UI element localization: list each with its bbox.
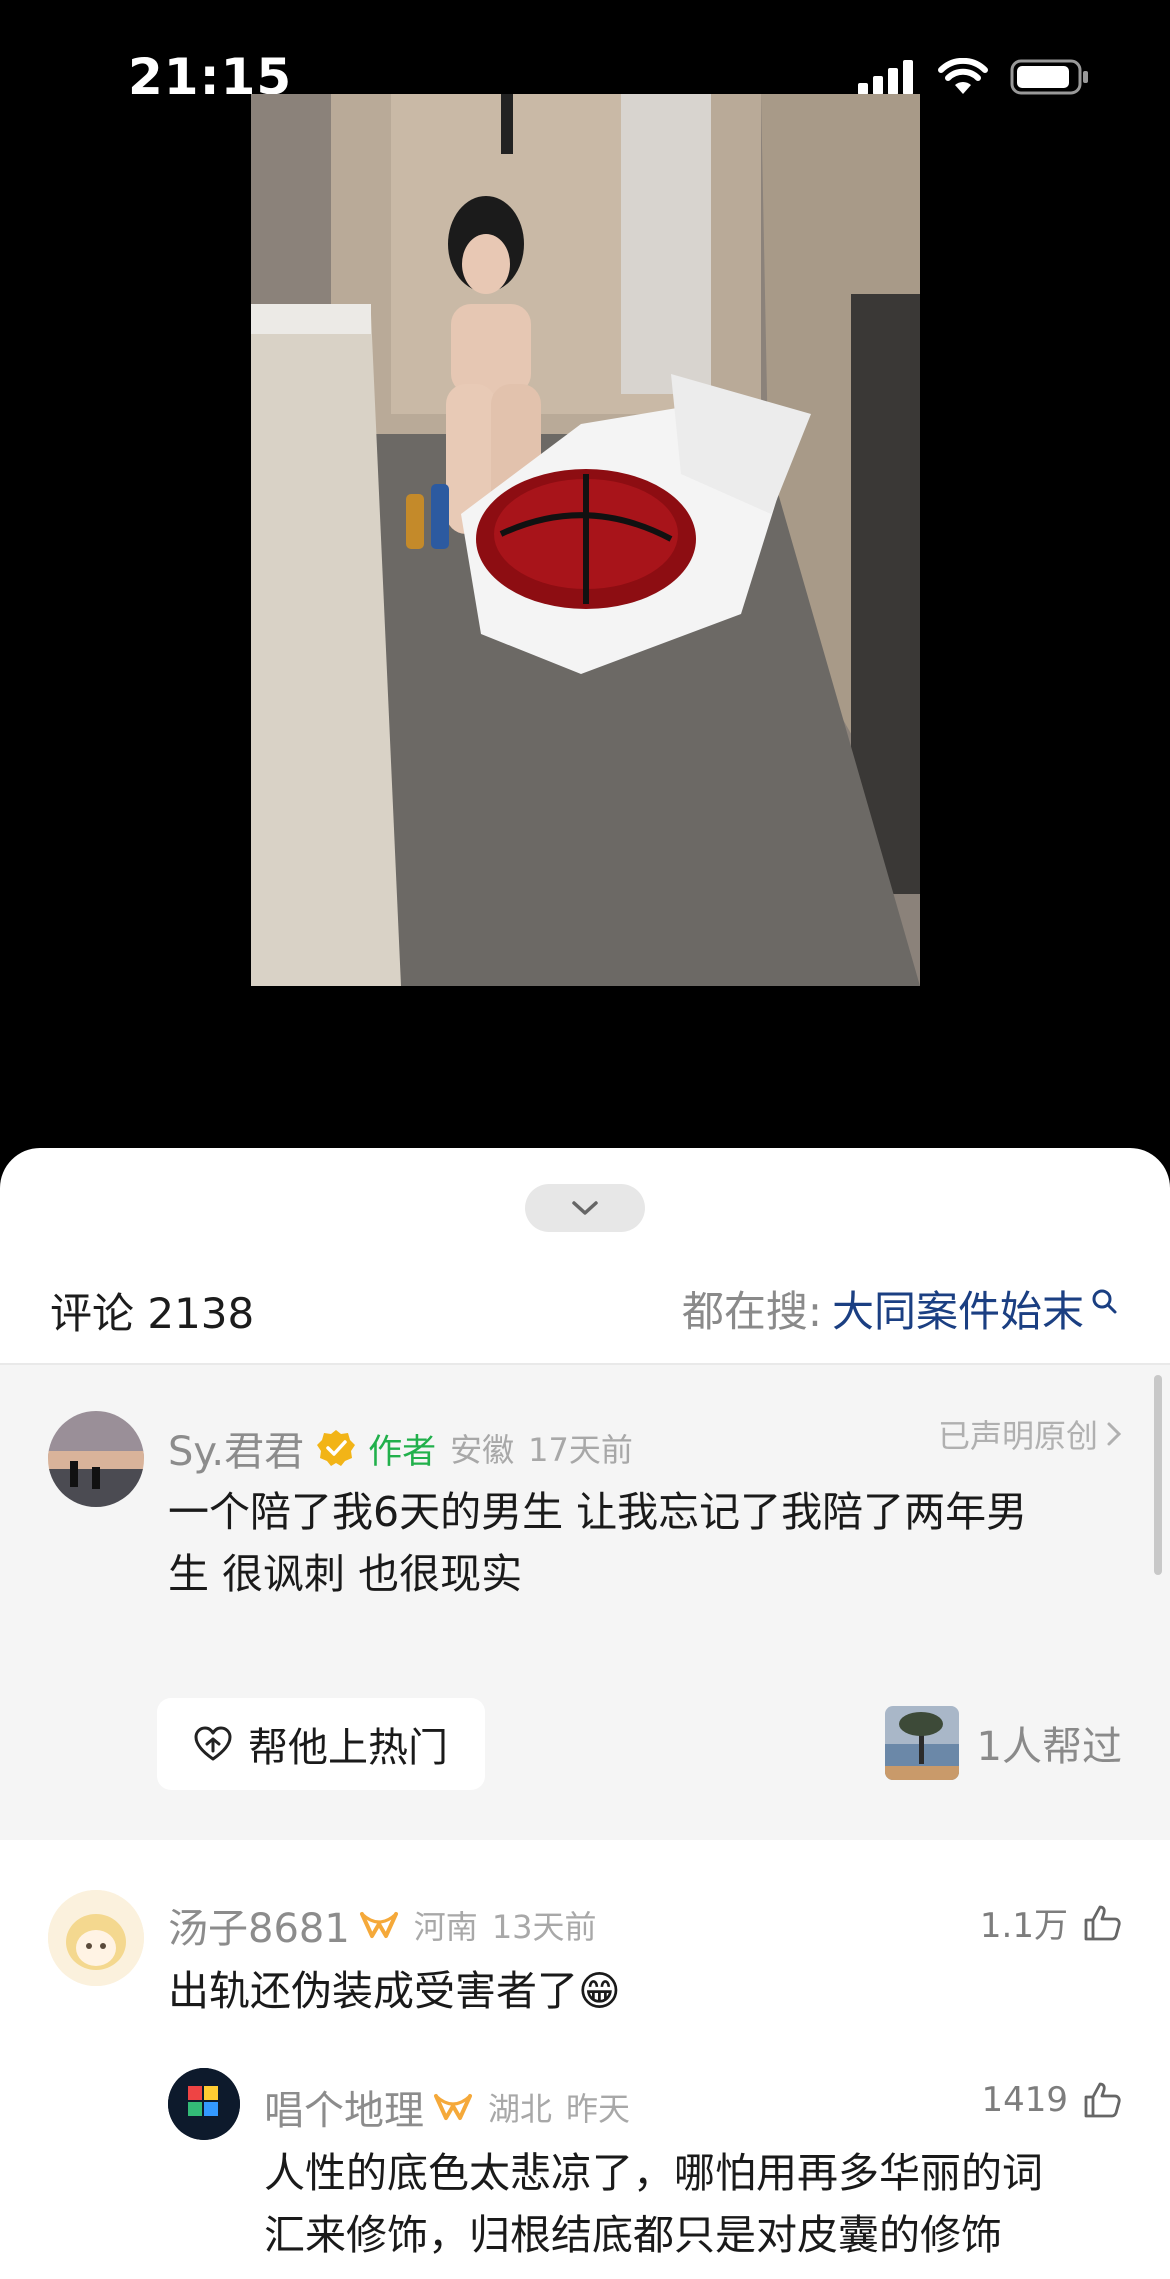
comment-text: 出轨还伪装成受害者了😁 (168, 1967, 621, 2015)
comment-location: 河南 (413, 1908, 478, 1946)
avatar-image (48, 1890, 144, 1986)
pinned-location: 安徽 (450, 1431, 515, 1469)
battery-icon (1010, 59, 1088, 95)
pinned-text-line2: 生 很讽刺 也很现实 (168, 1550, 523, 1598)
hot-search-prefix: 都在搜: (681, 1287, 822, 1336)
original-claim-label: 已声明原创 (937, 1417, 1098, 1455)
reply-meta: 唱个地理 湖北 昨天 (264, 2078, 630, 2136)
like-count: 1.1万 (979, 1906, 1068, 1946)
pinned-meta: Sy.君君 作者 安徽 17天前 (168, 1419, 633, 1477)
author-avatar[interactable] (48, 1411, 144, 1507)
wifi-icon (938, 58, 988, 94)
reply-text-line2: 汇来修饰，归根结底都只是对皮囊的修饰 (264, 2211, 1002, 2259)
reply-time: 昨天 (566, 2090, 631, 2128)
reply-like-count: 1419 (981, 2080, 1068, 2120)
thumbs-up-icon (1084, 1905, 1121, 1940)
avatar-image (168, 2068, 240, 2140)
chevron-down-icon (572, 1201, 598, 1215)
comments-header: 评论 2138 都在搜: 大同案件始末 (0, 1258, 1170, 1358)
thumbs-up-icon (1084, 2082, 1121, 2118)
reply-location: 湖北 (488, 2090, 553, 2128)
comment-count: 评论 2138 (50, 1289, 255, 1338)
like-button[interactable]: 1.1万 (980, 1898, 1122, 1947)
author-badge: 作者 (368, 1431, 437, 1472)
reply-like-button[interactable]: 1419 (981, 2080, 1122, 2120)
helped-count[interactable]: 1人帮过 (884, 1706, 1122, 1780)
status-icons (858, 58, 1090, 96)
reply-username[interactable]: 唱个地理 (264, 2078, 424, 2136)
heart-boost-icon (194, 1726, 232, 1761)
comment-meta: 汤子8681 河南 13天前 (168, 1896, 597, 1954)
pinned-text-line1: 一个陪了我6天的男生 让我忘记了我陪了两年男 (168, 1488, 1028, 1536)
pinned-username[interactable]: Sy.君君 (168, 1419, 304, 1477)
boost-label: 帮他上热门 (248, 1725, 448, 1771)
pinned-time: 17天前 (528, 1431, 633, 1469)
vip-icon (434, 2094, 472, 2120)
helped-label: 1人帮过 (976, 1724, 1122, 1770)
reply-text-line1: 人性的底色太悲凉了，哪怕用再多华丽的词 (264, 2149, 1043, 2197)
reply-text: 人性的底色太悲凉了，哪怕用再多华丽的词 汇来修饰，归根结底都只是对皮囊的修饰 (264, 2142, 1134, 2266)
avatar-image (48, 1411, 144, 1507)
verified-badge-icon (317, 1430, 356, 1466)
post-photo[interactable] (251, 94, 920, 986)
scrollbar[interactable] (1154, 1375, 1162, 1575)
commenter-avatar[interactable] (48, 1890, 144, 1986)
chevron-right-icon (1107, 1422, 1122, 1446)
post-photo-illustration (251, 94, 920, 986)
helper-avatar (884, 1706, 959, 1780)
helper-avatar-image (884, 1706, 959, 1780)
search-icon (1092, 1289, 1117, 1313)
commenter-username[interactable]: 汤子8681 (168, 1896, 350, 1954)
collapse-handle[interactable] (525, 1184, 645, 1232)
vip-icon (359, 1912, 398, 1938)
original-claim-link[interactable]: 已声明原创 (938, 1411, 1122, 1457)
comment-time: 13天前 (491, 1908, 597, 1946)
cellular-signal-icon (858, 60, 913, 95)
hot-search-link[interactable]: 都在搜: 大同案件始末 (682, 1278, 1120, 1339)
hot-search-term: 大同案件始末 (831, 1287, 1084, 1336)
boost-hot-button[interactable]: 帮他上热门 (157, 1698, 485, 1790)
pinned-comment-text: 一个陪了我6天的男生 让我忘记了我陪了两年男 生 很讽刺 也很现实 (168, 1481, 1128, 1605)
reply-avatar[interactable] (168, 2068, 240, 2140)
